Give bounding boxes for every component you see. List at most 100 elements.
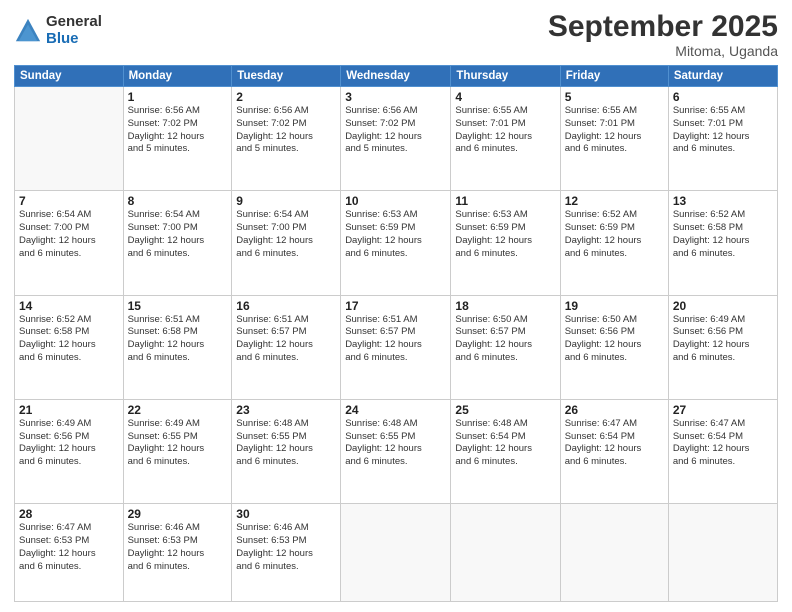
day-cell: 29Sunrise: 6:46 AM Sunset: 6:53 PM Dayli… — [123, 504, 232, 602]
day-cell: 13Sunrise: 6:52 AM Sunset: 6:58 PM Dayli… — [668, 191, 777, 295]
day-cell — [560, 504, 668, 602]
day-cell: 3Sunrise: 6:56 AM Sunset: 7:02 PM Daylig… — [341, 87, 451, 191]
day-info: Sunrise: 6:46 AM Sunset: 6:53 PM Dayligh… — [128, 522, 228, 573]
day-cell: 23Sunrise: 6:48 AM Sunset: 6:55 PM Dayli… — [232, 399, 341, 503]
day-number: 14 — [19, 299, 119, 313]
day-info: Sunrise: 6:48 AM Sunset: 6:55 PM Dayligh… — [345, 418, 446, 469]
day-number: 17 — [345, 299, 446, 313]
day-number: 26 — [565, 403, 664, 417]
day-cell: 8Sunrise: 6:54 AM Sunset: 7:00 PM Daylig… — [123, 191, 232, 295]
day-number: 2 — [236, 90, 336, 104]
day-cell: 27Sunrise: 6:47 AM Sunset: 6:54 PM Dayli… — [668, 399, 777, 503]
week-row-3: 14Sunrise: 6:52 AM Sunset: 6:58 PM Dayli… — [15, 295, 778, 399]
day-cell — [451, 504, 560, 602]
day-cell: 9Sunrise: 6:54 AM Sunset: 7:00 PM Daylig… — [232, 191, 341, 295]
day-number: 24 — [345, 403, 446, 417]
logo-text: General Blue — [46, 14, 102, 47]
day-info: Sunrise: 6:49 AM Sunset: 6:56 PM Dayligh… — [673, 314, 773, 365]
week-row-2: 7Sunrise: 6:54 AM Sunset: 7:00 PM Daylig… — [15, 191, 778, 295]
calendar-page: General Blue September 2025 Mitoma, Ugan… — [0, 0, 792, 612]
day-cell: 30Sunrise: 6:46 AM Sunset: 6:53 PM Dayli… — [232, 504, 341, 602]
day-number: 11 — [455, 194, 555, 208]
day-info: Sunrise: 6:51 AM Sunset: 6:57 PM Dayligh… — [345, 314, 446, 365]
day-cell: 24Sunrise: 6:48 AM Sunset: 6:55 PM Dayli… — [341, 399, 451, 503]
day-number: 9 — [236, 194, 336, 208]
week-row-4: 21Sunrise: 6:49 AM Sunset: 6:56 PM Dayli… — [15, 399, 778, 503]
title-block: September 2025 Mitoma, Uganda — [548, 10, 778, 59]
location-subtitle: Mitoma, Uganda — [548, 43, 778, 59]
day-number: 12 — [565, 194, 664, 208]
day-info: Sunrise: 6:52 AM Sunset: 6:58 PM Dayligh… — [19, 314, 119, 365]
day-info: Sunrise: 6:52 AM Sunset: 6:59 PM Dayligh… — [565, 209, 664, 260]
day-info: Sunrise: 6:55 AM Sunset: 7:01 PM Dayligh… — [565, 105, 664, 156]
logo-general: General — [46, 14, 102, 31]
col-sunday: Sunday — [15, 66, 124, 87]
day-number: 15 — [128, 299, 228, 313]
day-info: Sunrise: 6:55 AM Sunset: 7:01 PM Dayligh… — [673, 105, 773, 156]
day-info: Sunrise: 6:47 AM Sunset: 6:53 PM Dayligh… — [19, 522, 119, 573]
col-tuesday: Tuesday — [232, 66, 341, 87]
day-number: 27 — [673, 403, 773, 417]
day-cell: 2Sunrise: 6:56 AM Sunset: 7:02 PM Daylig… — [232, 87, 341, 191]
day-info: Sunrise: 6:54 AM Sunset: 7:00 PM Dayligh… — [128, 209, 228, 260]
day-cell: 6Sunrise: 6:55 AM Sunset: 7:01 PM Daylig… — [668, 87, 777, 191]
day-info: Sunrise: 6:49 AM Sunset: 6:55 PM Dayligh… — [128, 418, 228, 469]
week-row-1: 1Sunrise: 6:56 AM Sunset: 7:02 PM Daylig… — [15, 87, 778, 191]
day-number: 23 — [236, 403, 336, 417]
day-cell — [668, 504, 777, 602]
header: General Blue September 2025 Mitoma, Ugan… — [14, 10, 778, 59]
day-number: 30 — [236, 507, 336, 521]
col-thursday: Thursday — [451, 66, 560, 87]
week-row-5: 28Sunrise: 6:47 AM Sunset: 6:53 PM Dayli… — [15, 504, 778, 602]
day-cell: 17Sunrise: 6:51 AM Sunset: 6:57 PM Dayli… — [341, 295, 451, 399]
day-cell: 19Sunrise: 6:50 AM Sunset: 6:56 PM Dayli… — [560, 295, 668, 399]
day-number: 25 — [455, 403, 555, 417]
day-info: Sunrise: 6:52 AM Sunset: 6:58 PM Dayligh… — [673, 209, 773, 260]
month-title: September 2025 — [548, 10, 778, 43]
day-info: Sunrise: 6:53 AM Sunset: 6:59 PM Dayligh… — [345, 209, 446, 260]
day-number: 22 — [128, 403, 228, 417]
col-wednesday: Wednesday — [341, 66, 451, 87]
day-info: Sunrise: 6:54 AM Sunset: 7:00 PM Dayligh… — [19, 209, 119, 260]
day-cell: 14Sunrise: 6:52 AM Sunset: 6:58 PM Dayli… — [15, 295, 124, 399]
day-cell: 20Sunrise: 6:49 AM Sunset: 6:56 PM Dayli… — [668, 295, 777, 399]
day-info: Sunrise: 6:51 AM Sunset: 6:57 PM Dayligh… — [236, 314, 336, 365]
day-info: Sunrise: 6:53 AM Sunset: 6:59 PM Dayligh… — [455, 209, 555, 260]
day-info: Sunrise: 6:50 AM Sunset: 6:57 PM Dayligh… — [455, 314, 555, 365]
day-number: 20 — [673, 299, 773, 313]
day-number: 10 — [345, 194, 446, 208]
day-number: 16 — [236, 299, 336, 313]
day-cell: 18Sunrise: 6:50 AM Sunset: 6:57 PM Dayli… — [451, 295, 560, 399]
day-number: 19 — [565, 299, 664, 313]
day-number: 13 — [673, 194, 773, 208]
day-info: Sunrise: 6:47 AM Sunset: 6:54 PM Dayligh… — [565, 418, 664, 469]
col-saturday: Saturday — [668, 66, 777, 87]
header-row: Sunday Monday Tuesday Wednesday Thursday… — [15, 66, 778, 87]
day-info: Sunrise: 6:46 AM Sunset: 6:53 PM Dayligh… — [236, 522, 336, 573]
day-number: 5 — [565, 90, 664, 104]
day-number: 1 — [128, 90, 228, 104]
day-cell: 10Sunrise: 6:53 AM Sunset: 6:59 PM Dayli… — [341, 191, 451, 295]
day-cell: 4Sunrise: 6:55 AM Sunset: 7:01 PM Daylig… — [451, 87, 560, 191]
day-number: 18 — [455, 299, 555, 313]
day-info: Sunrise: 6:47 AM Sunset: 6:54 PM Dayligh… — [673, 418, 773, 469]
day-number: 29 — [128, 507, 228, 521]
day-info: Sunrise: 6:56 AM Sunset: 7:02 PM Dayligh… — [128, 105, 228, 156]
day-number: 7 — [19, 194, 119, 208]
day-number: 4 — [455, 90, 555, 104]
day-cell: 22Sunrise: 6:49 AM Sunset: 6:55 PM Dayli… — [123, 399, 232, 503]
day-cell — [15, 87, 124, 191]
day-cell: 12Sunrise: 6:52 AM Sunset: 6:59 PM Dayli… — [560, 191, 668, 295]
day-info: Sunrise: 6:48 AM Sunset: 6:55 PM Dayligh… — [236, 418, 336, 469]
day-cell: 28Sunrise: 6:47 AM Sunset: 6:53 PM Dayli… — [15, 504, 124, 602]
day-info: Sunrise: 6:56 AM Sunset: 7:02 PM Dayligh… — [236, 105, 336, 156]
col-friday: Friday — [560, 66, 668, 87]
day-info: Sunrise: 6:55 AM Sunset: 7:01 PM Dayligh… — [455, 105, 555, 156]
day-number: 8 — [128, 194, 228, 208]
day-cell — [341, 504, 451, 602]
day-cell: 7Sunrise: 6:54 AM Sunset: 7:00 PM Daylig… — [15, 191, 124, 295]
day-number: 28 — [19, 507, 119, 521]
col-monday: Monday — [123, 66, 232, 87]
day-info: Sunrise: 6:56 AM Sunset: 7:02 PM Dayligh… — [345, 105, 446, 156]
calendar-table: Sunday Monday Tuesday Wednesday Thursday… — [14, 65, 778, 602]
